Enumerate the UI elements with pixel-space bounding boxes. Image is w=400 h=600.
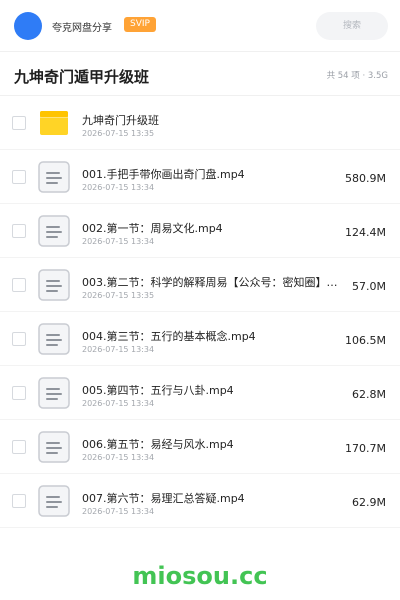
watermark: miosou.cc [132,562,268,590]
list-item[interactable]: 003.第二节：科学的解释周易【公众号：密知圈】.mp4 2026-07-15 1… [0,258,400,312]
row-checkbox[interactable] [12,116,26,130]
file-name: 003.第二节：科学的解释周易【公众号：密知圈】.mp4 [82,276,340,289]
list-item[interactable]: 002.第一节：周易文化.mp4 2026-07-15 13:34 124.4M [0,204,400,258]
video-file-icon [38,161,70,193]
file-name: 005.第四节：五行与八卦.mp4 [82,384,234,397]
file-size: 124.4M [345,226,386,239]
file-date: 2026-07-15 13:35 [82,129,155,138]
folder-meta: 共 54 项 · 3.5G [326,71,388,81]
row-checkbox[interactable] [12,440,26,454]
file-name: 006.第五节：易经与风水.mp4 [82,438,234,451]
row-checkbox[interactable] [12,278,26,292]
file-size: 62.9M [352,496,386,509]
share-owner-name: 夸克网盘分享 [52,23,112,34]
file-size: 57.0M [352,280,386,293]
video-file-icon [38,323,70,355]
file-size: 580.9M [345,172,386,185]
list-item[interactable]: 005.第四节：五行与八卦.mp4 2026-07-15 13:34 62.8M [0,366,400,420]
page-title: 九坤奇门遁甲升级班 [14,68,150,86]
search-input[interactable]: 搜索 [316,12,388,40]
file-date: 2026-07-15 13:35 [82,291,155,300]
folder-header: 九坤奇门遁甲升级班 共 54 项 · 3.5G [0,52,400,96]
row-checkbox[interactable] [12,386,26,400]
row-checkbox[interactable] [12,494,26,508]
file-name: 九坤奇门升级班 [82,114,159,127]
file-size: 170.7M [345,442,386,455]
list-item[interactable]: 001.手把手带你画出奇门盘.mp4 2026-07-15 13:34 580.9M [0,150,400,204]
row-checkbox[interactable] [12,170,26,184]
file-date: 2026-07-15 13:34 [82,399,155,408]
file-date: 2026-07-15 13:34 [82,345,155,354]
folder-icon [38,107,70,139]
top-bar: 夸克网盘分享 SVIP 搜索 [0,0,400,52]
list-item[interactable]: 006.第五节：易经与风水.mp4 2026-07-15 13:34 170.7M [0,420,400,474]
file-date: 2026-07-15 13:34 [82,183,155,192]
svip-badge: SVIP [124,17,156,32]
file-date: 2026-07-15 13:34 [82,237,155,246]
file-size: 62.8M [352,388,386,401]
list-item[interactable]: 004.第三节：五行的基本概念.mp4 2026-07-15 13:34 106.5… [0,312,400,366]
video-file-icon [38,431,70,463]
video-file-icon [38,269,70,301]
file-size: 106.5M [345,334,386,347]
file-name: 004.第三节：五行的基本概念.mp4 [82,330,256,343]
file-date: 2026-07-15 13:34 [82,507,155,516]
file-name: 007.第六节：易理汇总答疑.mp4 [82,492,245,505]
file-name: 001.手把手带你画出奇门盘.mp4 [82,168,245,181]
row-checkbox[interactable] [12,332,26,346]
list-item[interactable]: 九坤奇门升级班 2026-07-15 13:35 [0,96,400,150]
video-file-icon [38,215,70,247]
video-file-icon [38,485,70,517]
file-date: 2026-07-15 13:34 [82,453,155,462]
row-checkbox[interactable] [12,224,26,238]
list-item[interactable]: 007.第六节：易理汇总答疑.mp4 2026-07-15 13:34 62.9M [0,474,400,528]
file-list: 九坤奇门升级班 2026-07-15 13:35 001.手把手带你画出奇门盘.mp… [0,96,400,528]
avatar[interactable] [14,12,42,40]
video-file-icon [38,377,70,409]
file-name: 002.第一节：周易文化.mp4 [82,222,223,235]
